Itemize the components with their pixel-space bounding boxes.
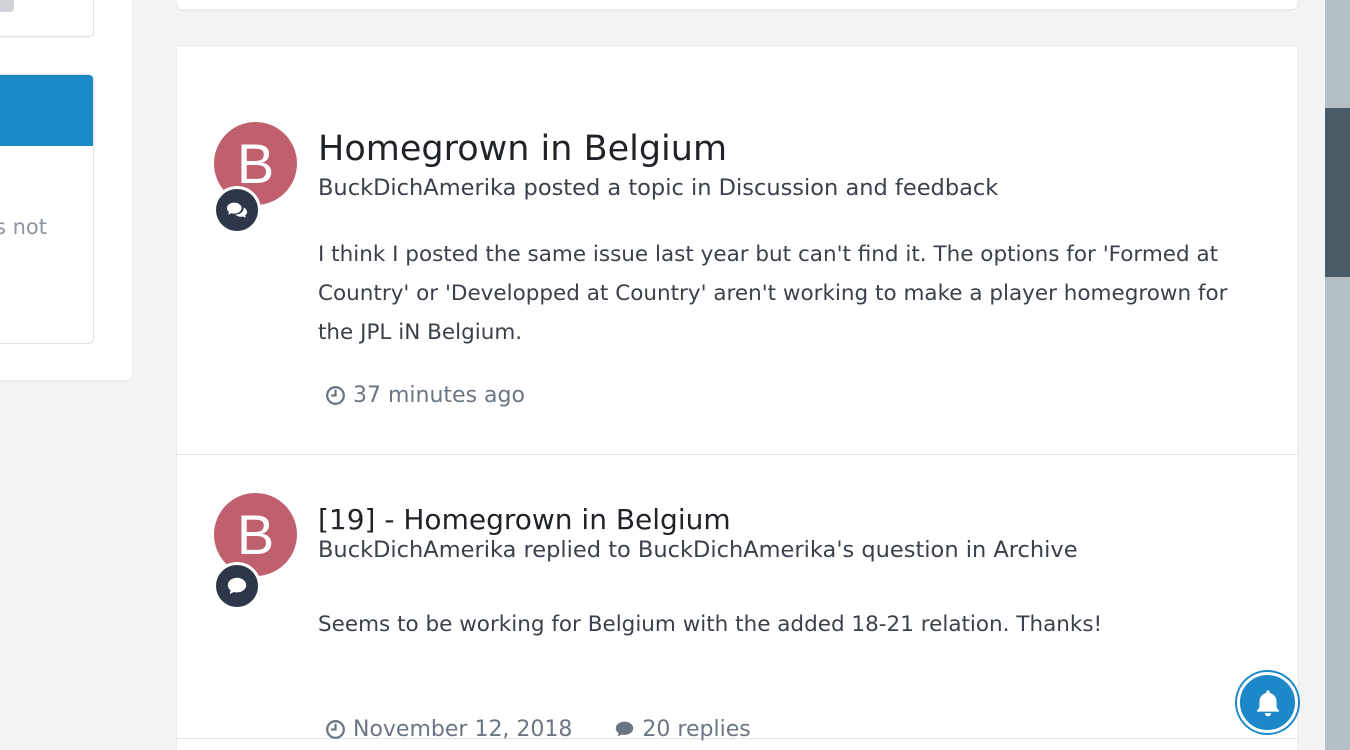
activity-meta: BuckDichAmerika posted a topic in Discus… — [318, 175, 999, 201]
sidebar-button-fragment[interactable] — [0, 0, 14, 12]
activity-title-link[interactable]: Homegrown in Belgium — [318, 129, 727, 169]
sidebar-widget-header — [0, 75, 93, 146]
replies-count[interactable]: 20 replies — [614, 717, 751, 742]
previous-card — [177, 0, 1297, 9]
scrollbar-thumb[interactable] — [1325, 108, 1350, 277]
activity-snippet: I think I posted the same issue last yea… — [318, 242, 1228, 345]
activity-stats: November 12, 2018 20 replies — [325, 717, 751, 742]
sidebar-widget: s not — [0, 74, 94, 344]
timestamp-label: 37 minutes ago — [353, 383, 525, 408]
notification-bell-button[interactable] — [1237, 672, 1298, 733]
comment-icon — [616, 721, 634, 737]
activity-snippet: Seems to be working for Belgium with the… — [318, 612, 1103, 637]
clock-icon — [326, 386, 345, 405]
timestamp-label: November 12, 2018 — [353, 717, 573, 742]
timestamp[interactable]: 37 minutes ago — [325, 383, 525, 408]
timestamp[interactable]: November 12, 2018 — [325, 717, 572, 742]
sidebar-widget-top — [0, 0, 94, 37]
comments-icon — [213, 186, 261, 234]
activity-title-link[interactable]: [19] - Homegrown in Belgium — [318, 503, 731, 536]
sidebar-widget-text: s not — [0, 215, 48, 239]
activity-stats: 37 minutes ago — [325, 383, 525, 408]
replies-label: 20 replies — [642, 717, 751, 742]
activity-feed: B Homegrown in Belgium BuckDichAmerika p… — [177, 47, 1297, 750]
clock-icon — [326, 720, 345, 739]
scrollbar-track[interactable] — [1325, 0, 1350, 750]
activity-meta: BuckDichAmerika replied to BuckDichAmeri… — [318, 537, 1078, 563]
activity-item: B [19] - Homegrown in Belgium BuckDichAm… — [177, 455, 1297, 742]
comment-icon — [213, 562, 261, 610]
bell-icon — [1256, 689, 1279, 716]
activity-item: B Homegrown in Belgium BuckDichAmerika p… — [177, 47, 1297, 455]
